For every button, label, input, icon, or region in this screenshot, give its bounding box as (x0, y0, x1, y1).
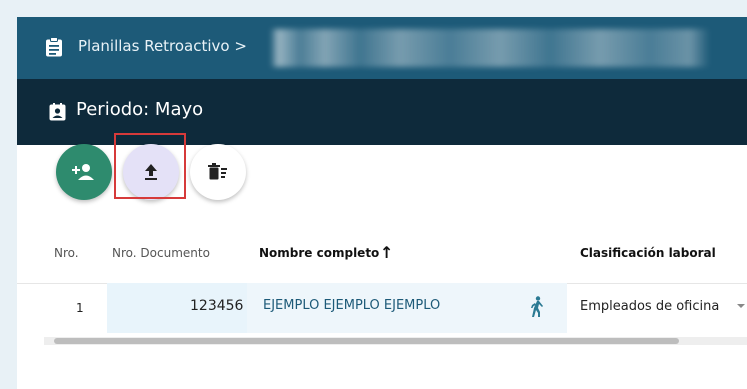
scrollbar-thumb[interactable] (54, 338, 679, 344)
column-header-clasificacion[interactable]: Clasificación laboral (580, 246, 716, 260)
sort-ascending-icon[interactable]: ↑ (380, 243, 393, 262)
walking-person-icon[interactable] (529, 296, 545, 318)
breadcrumb-bar: Planillas Retroactivo > (17, 17, 747, 79)
employee-name-link[interactable]: EJEMPLO EJEMPLO EJEMPLO (263, 298, 440, 313)
column-header-nro[interactable]: Nro. (54, 246, 79, 260)
add-person-icon (72, 164, 94, 180)
classification-select[interactable]: Empleados de oficina (580, 299, 719, 314)
contact-card-icon (49, 103, 66, 121)
add-employee-button[interactable] (56, 144, 112, 200)
redacted-breadcrumb-segment (270, 29, 710, 67)
document-number: 123456 (190, 298, 244, 314)
delete-sweep-button[interactable] (190, 144, 246, 200)
column-header-documento[interactable]: Nro. Documento (112, 246, 210, 260)
clipboard-icon (46, 37, 62, 57)
page-title: Periodo: Mayo (76, 99, 204, 120)
chevron-down-icon[interactable] (737, 303, 745, 309)
highlight-box (114, 133, 186, 199)
delete-sweep-icon (208, 163, 227, 180)
breadcrumb[interactable]: Planillas Retroactivo > (78, 37, 247, 55)
column-header-nombre[interactable]: Nombre completo (259, 246, 379, 260)
row-number: 1 (76, 301, 84, 315)
main-card: Planillas Retroactivo > Periodo: Mayo Nr… (17, 17, 747, 389)
